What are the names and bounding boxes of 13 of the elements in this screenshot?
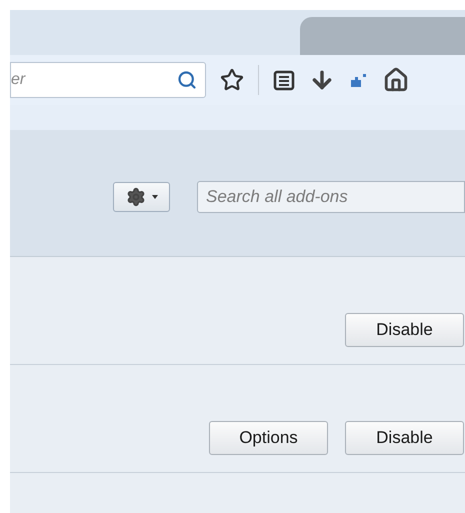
addon-search-field[interactable]: Search all add-ons bbox=[197, 181, 465, 213]
search-icon[interactable] bbox=[177, 70, 197, 90]
placeholder-text: er bbox=[11, 70, 26, 90]
placeholder-text: Search all add-ons bbox=[206, 186, 348, 208]
star-icon[interactable] bbox=[220, 68, 244, 92]
addon-button[interactable]: Disable bbox=[345, 421, 464, 455]
addon-button[interactable]: Options bbox=[209, 421, 328, 455]
clipboard-icon[interactable] bbox=[273, 69, 295, 91]
settings-menu-button[interactable] bbox=[113, 182, 170, 212]
caret-icon bbox=[152, 195, 158, 199]
gear-icon bbox=[126, 187, 146, 207]
home-icon[interactable] bbox=[383, 67, 409, 93]
addon-button[interactable]: Disable bbox=[345, 313, 464, 347]
